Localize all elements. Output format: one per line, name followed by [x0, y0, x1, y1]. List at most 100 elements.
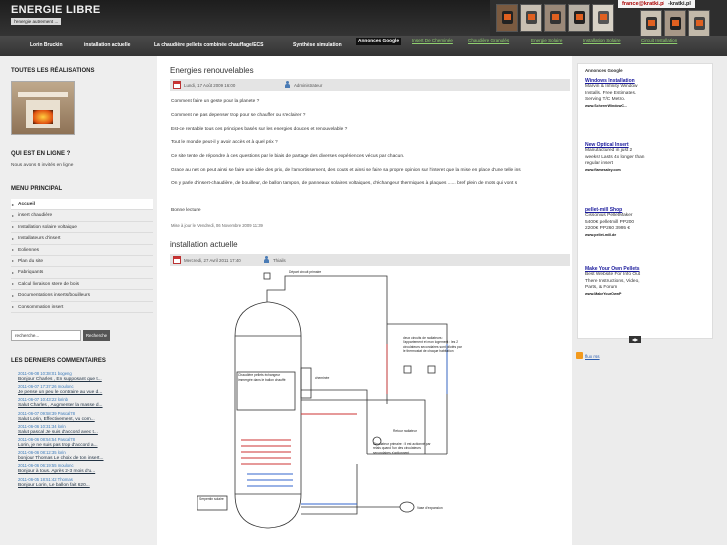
menu-item-plan-du-site[interactable]: Plan du site	[11, 256, 153, 268]
ad-unit[interactable]: Windows Installation Marvin & Infinity W…	[585, 78, 645, 109]
calendar-icon	[173, 81, 181, 89]
menu-item-fabriquants[interactable]: Fabriquants	[11, 267, 153, 279]
rss-icon[interactable]	[576, 352, 583, 359]
comment-link[interactable]: Salut Charles , Augmenter la masse d...	[11, 403, 154, 410]
coil-red	[241, 439, 291, 465]
menu-item-eoliennes[interactable]: Eoliennes	[11, 245, 153, 256]
ad-link[interactable]: Energie Solaire	[531, 38, 562, 43]
comment-link[interactable]: Lorin, je ne suis pas trop d'accord a...	[11, 443, 154, 450]
comment-link[interactable]: Bonjour Lorin, Le ballon fait 620...	[11, 483, 154, 490]
search-button[interactable]: Recherche	[83, 330, 110, 341]
post-updated: Mise à jour le Vendredi, 06 Novembre 200…	[171, 223, 263, 228]
stove-thumbnail	[592, 4, 614, 32]
rss-link[interactable]: flux rss	[585, 354, 600, 359]
calendar-icon	[173, 256, 181, 264]
post-title[interactable]: Energies renouvelables	[170, 66, 254, 75]
pipe	[301, 464, 358, 515]
nav-item-lorin[interactable]: Lorin Bruckin	[30, 42, 63, 48]
post-author: Thiails	[273, 257, 286, 263]
online-count: Nous avons 6 invités en ligne	[11, 163, 74, 168]
post-date: Mercredi, 27 Avril 2011 17:40	[184, 257, 241, 263]
stove-thumbnail	[544, 4, 566, 32]
main-menu: Accueil insert chaudière Installation so…	[11, 199, 153, 313]
menu-item-insert-chaudiere[interactable]: insert chaudière	[11, 210, 153, 222]
menu-item-accueil[interactable]: Accueil	[11, 199, 153, 211]
fireplace-photo[interactable]	[11, 81, 75, 135]
post-paragraph: Est-ce rentable tous ces principes basés…	[171, 127, 348, 132]
realisations-heading: TOUTES LES RÉALISATIONS	[11, 68, 95, 74]
comment-link[interactable]: Je pense un peu le contraire au vue d...	[11, 390, 154, 397]
banner-ad[interactable]: france@kratki.pl -kratki.pl	[490, 0, 727, 36]
label-vase: Vase d'expansion	[417, 506, 443, 510]
nav-item-synthese[interactable]: Synthèse simulation	[293, 42, 342, 48]
banner-email[interactable]: france@kratki.pl	[618, 0, 669, 8]
ad-description: Marvin & Infinity Window Installs. Free …	[585, 84, 638, 103]
menu-item-solaire[interactable]: Installation solaire voltaique	[11, 222, 153, 234]
nav-item-installation[interactable]: installation actuelle	[84, 42, 130, 48]
ad-link[interactable]: Installation Solaire	[583, 38, 621, 43]
stove-thumbnail	[520, 4, 542, 32]
chimney	[300, 367, 312, 399]
stove-thumbnail	[568, 4, 590, 32]
post-meta: Lundi, 17 Août 2009 16:00 Administrateur	[170, 79, 570, 91]
menu-item-consommation[interactable]: Consommation insert	[11, 302, 153, 313]
label-circulateur: Circulateur primaire : Il est actionné p…	[373, 442, 431, 455]
post-paragraph: Grace au net on peut ainsi se faire une …	[171, 168, 521, 173]
nav-item-chaudiere[interactable]: La chaudière pellets combinée chauffage/…	[154, 42, 263, 48]
stove-thumbnail	[688, 10, 710, 36]
label-serpentin: Serpentin solaire	[199, 497, 224, 501]
site-tagline: l'energie autrement ...	[11, 18, 62, 25]
post-paragraph: Tout le monde peut-il y avoir accès et à…	[171, 140, 278, 145]
comment-link[interactable]: Bonjour à tous. Après 2-3 mois d'u...	[11, 469, 154, 476]
comment-link[interactable]: Salut pascal Je suis d'accord avec t...	[11, 430, 154, 437]
google-ads-box: Annonces Google Windows Installation Mar…	[577, 63, 713, 343]
online-heading: QUI EST EN LIGNE ?	[11, 151, 71, 157]
ad-description: Best Website For Info Out There Instruct…	[585, 272, 641, 291]
ad-unit[interactable]: Make Your Own Pellets Best Website For I…	[585, 266, 645, 297]
ad-url[interactable]: www.flamesaley.com	[585, 168, 645, 173]
menu-item-installateurs[interactable]: Installateurs d'insert	[11, 233, 153, 245]
main-menu-heading: MENU PRINCIPAL	[11, 186, 63, 192]
post-paragraph: On y parle d'insert-chaudière, de bouill…	[171, 181, 518, 186]
google-ads-label: Annonces Google	[356, 38, 402, 45]
ad-url[interactable]: www.pellet-mill.de	[585, 233, 645, 238]
post-author: Administrateur	[294, 82, 323, 88]
comment-link[interactable]: Bonjour Charles , En supposant que t...	[11, 377, 154, 384]
menu-item-calcul-bois[interactable]: Calcul livraison stere de bois	[11, 279, 153, 291]
post-paragraph: Comment ne pas depenser trop pour se cha…	[171, 113, 306, 118]
comment-link[interactable]: bonjour Thomas Le choix de ton insert...	[11, 456, 154, 463]
heating-diagram[interactable]: Départ circuit primaire cheminée Retour …	[197, 264, 467, 545]
post-paragraph: Comment faire un geste pour la planete ?	[171, 99, 260, 104]
expansion-vessel	[399, 501, 415, 513]
comment-link[interactable]: Salut Lorin, Effectivement, vu com...	[11, 417, 154, 424]
right-sidebar: Annonces Google Windows Installation Mar…	[572, 56, 727, 545]
ad-link[interactable]: Insert De Cheminée	[412, 38, 453, 43]
user-icon	[263, 256, 270, 264]
ad-link[interactable]: Circuit Installation	[641, 38, 677, 43]
coil-blue	[247, 473, 293, 487]
label-circuits: deux circuits de radiateurs : l'appartem…	[403, 336, 462, 353]
latest-comments: 2011-06-08 10:38:01 bogeng Bonjour Charl…	[11, 371, 154, 490]
menu-item-documentations[interactable]: Documentations inserts/bouilleurs	[11, 290, 153, 302]
stove-thumbnail	[664, 10, 686, 36]
ad-url[interactable]: www.MakeYourOwnP	[585, 292, 645, 297]
ad-unit[interactable]: pellet-mill Shop Cissonius PelletMaker 5…	[585, 207, 645, 238]
label-cheminee: cheminée	[315, 376, 329, 380]
ad-link[interactable]: Chaudière Granulés	[468, 38, 509, 43]
post-date: Lundi, 17 Août 2009 16:00	[184, 82, 236, 88]
ad-url[interactable]: www.SchererWindowC...	[585, 104, 645, 109]
ad-description: Cissonius PelletMaker 5400€ pelletmill P…	[585, 213, 635, 232]
banner-logo[interactable]: -kratki.pl	[664, 0, 695, 8]
ad-nav-arrows-icon[interactable]: ◀▶	[629, 336, 641, 343]
ad-unit[interactable]: New Optical Insert Manufactured in just …	[585, 142, 645, 173]
search-input[interactable]: recherche...	[11, 330, 81, 341]
stove-thumbnail	[640, 10, 662, 36]
post-footer: Bonne lecture	[171, 208, 201, 213]
site-header: ENERGIE LIBRE l'energie autrement ... fr…	[0, 0, 727, 36]
site-title[interactable]: ENERGIE LIBRE	[11, 4, 100, 16]
label-chaudiere: Chaudière pellets échangeur immergée dan…	[238, 373, 286, 382]
main-content: Energies renouvelables Lundi, 17 Août 20…	[157, 56, 572, 545]
post-title[interactable]: installation actuelle	[170, 240, 238, 249]
ad-description: Manufactured in just 2 weeks! Lasts 4x l…	[585, 148, 645, 167]
label-retour: Retour radiateur	[393, 429, 418, 433]
